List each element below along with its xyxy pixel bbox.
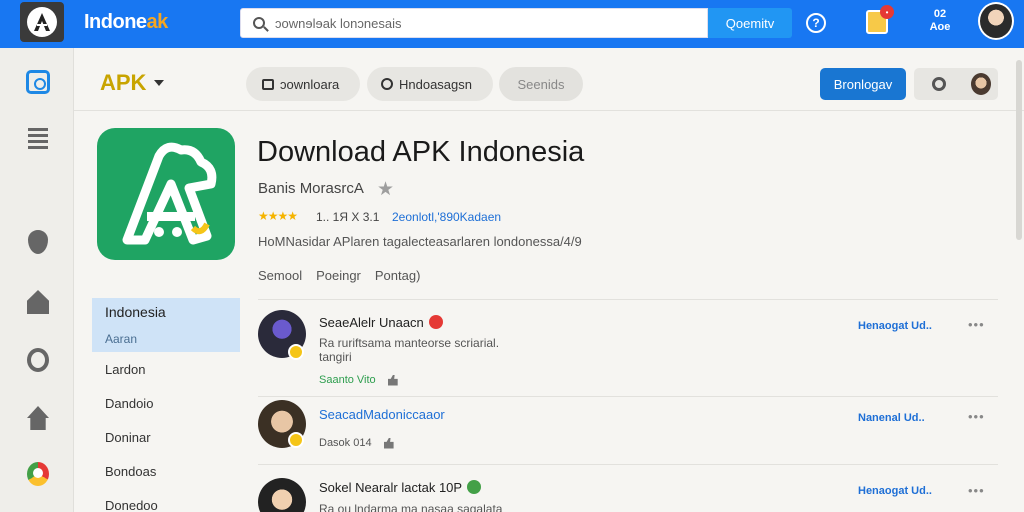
reviewer-name[interactable]: SeacadMadoniccaaor xyxy=(319,407,445,422)
gear-icon xyxy=(932,77,946,91)
apk-dropdown-label[interactable]: APK xyxy=(100,70,146,96)
language-list: Indonesia Aaran Lardon Dandoio Doninar B… xyxy=(92,298,240,512)
meta-tab-3[interactable]: Pontag) xyxy=(375,268,421,283)
thumbs-up-icon[interactable] xyxy=(387,374,398,386)
home-icon[interactable] xyxy=(27,406,49,430)
review-footer: Dasok 014 xyxy=(319,437,394,449)
app-description: HoMNasidar APlaren tagalecteasarlaren lo… xyxy=(258,234,582,249)
notification-badge: • xyxy=(880,5,894,19)
shield-icon[interactable] xyxy=(28,230,48,254)
more-options-icon[interactable]: ••• xyxy=(968,409,985,424)
more-options-icon[interactable]: ••• xyxy=(968,317,985,332)
browser-icon[interactable] xyxy=(27,462,49,486)
download-tab[interactable]: ɔownloara xyxy=(246,67,360,101)
app-logo[interactable] xyxy=(20,2,64,42)
language-item-active[interactable]: Indonesia xyxy=(92,298,240,326)
profile-button[interactable] xyxy=(964,68,998,100)
top-navigation-bar: Indoneak ɔownɘlɘak Ɩonɔnesais Qoemitv ? … xyxy=(0,0,1024,48)
brand-name[interactable]: Indoneak xyxy=(84,11,168,34)
settings-button[interactable] xyxy=(914,68,964,100)
language-item-sub[interactable]: Aaran xyxy=(92,326,240,352)
logo-a-icon xyxy=(27,7,57,37)
review-action-link[interactable]: Henaogat Ud.. xyxy=(858,485,932,497)
review-text: Ra ruriftsama manteorse scriarial. tangi… xyxy=(319,336,499,364)
app-icon xyxy=(97,128,235,260)
review-text-line: tangiri xyxy=(319,350,352,364)
search-input[interactable]: ɔownɘlɘak Ɩonɔnesais xyxy=(240,8,708,38)
meta-tab-2[interactable]: Poeingr xyxy=(316,268,361,283)
review-text: Ra ou lndarma ma nasaa sagalata xyxy=(319,502,503,512)
reviewer-avatar[interactable] xyxy=(258,478,306,512)
user-tab[interactable]: Hndoasagsn xyxy=(367,67,493,101)
review-text-line: Ra ruriftsama manteorse scriarial. xyxy=(319,336,500,350)
profile-avatar xyxy=(971,73,991,95)
review-footer: Saanto Vito xyxy=(319,374,398,386)
primary-action-button[interactable]: Bronlogav xyxy=(820,68,906,100)
user-avatar[interactable] xyxy=(978,2,1014,40)
heart-badge-icon xyxy=(428,315,443,329)
favorite-star-icon[interactable]: ★ xyxy=(377,178,394,201)
review-action-link[interactable]: Henaogat Ud.. xyxy=(858,320,932,332)
meta-tab-1[interactable]: Semool xyxy=(258,268,302,283)
verified-badge-icon xyxy=(288,432,304,448)
user-status[interactable]: 02 Aoe xyxy=(928,8,952,34)
language-item[interactable]: Donedoo xyxy=(92,488,240,512)
review-meta: Saanto Vito xyxy=(319,374,376,386)
list-icon[interactable] xyxy=(28,128,48,152)
language-item[interactable]: Doninar xyxy=(92,420,240,454)
user-status-line2: Aoe xyxy=(929,21,951,33)
left-rail xyxy=(0,48,74,512)
review-divider xyxy=(258,396,998,397)
reviewer-name[interactable]: Sokel Nearalr lactak 10P xyxy=(319,480,482,495)
check-badge-icon xyxy=(467,480,482,494)
review-divider xyxy=(258,464,998,465)
review-meta: Dasok 014 xyxy=(319,437,372,449)
user-tab-label: Hndoasagsn xyxy=(399,76,472,92)
user-icon xyxy=(381,78,393,90)
scrollbar[interactable] xyxy=(1016,60,1022,240)
thumbs-up-icon[interactable] xyxy=(383,437,394,449)
header-divider xyxy=(74,110,1024,111)
app-title: Download APK Indonesia xyxy=(257,136,585,168)
reviewer-name[interactable]: SeaeAlelr Unaacn xyxy=(319,315,443,330)
language-item[interactable]: Dandoio xyxy=(92,386,240,420)
search-value: ɔownɘlɘak Ɩonɔnesais xyxy=(275,15,402,31)
chevron-down-icon[interactable] xyxy=(154,80,164,86)
search-tab[interactable]: Seenids xyxy=(499,67,583,101)
review-action-link[interactable]: Nanenal Ud.. xyxy=(858,412,925,424)
app-meta-tabs: Semool Poeingr Pontag) xyxy=(258,268,420,283)
help-icon[interactable]: ? xyxy=(806,13,826,33)
user-status-line1: 02 xyxy=(933,8,947,20)
rating-meta: 1.. 1Я X 3.1 xyxy=(316,210,380,224)
search-button[interactable]: Qoemitv xyxy=(708,8,792,38)
language-item[interactable]: Lardon xyxy=(92,352,240,386)
app-developer[interactable]: Banis MorasrcA xyxy=(258,180,364,197)
download-tab-label: ɔownloara xyxy=(280,76,340,92)
language-item[interactable]: Bondoas xyxy=(92,454,240,488)
rating-stars-icon: ★★★★ xyxy=(258,209,298,223)
settings-icon[interactable] xyxy=(27,348,49,372)
download-icon xyxy=(262,78,274,90)
rating-link[interactable]: 2eonlotl,'890Kadaen xyxy=(392,210,501,224)
verified-badge-icon xyxy=(288,344,304,360)
section-divider xyxy=(258,299,998,300)
apps-icon[interactable] xyxy=(26,70,50,94)
search-icon xyxy=(253,17,265,29)
house-icon[interactable] xyxy=(27,290,49,314)
more-options-icon[interactable]: ••• xyxy=(968,483,985,498)
